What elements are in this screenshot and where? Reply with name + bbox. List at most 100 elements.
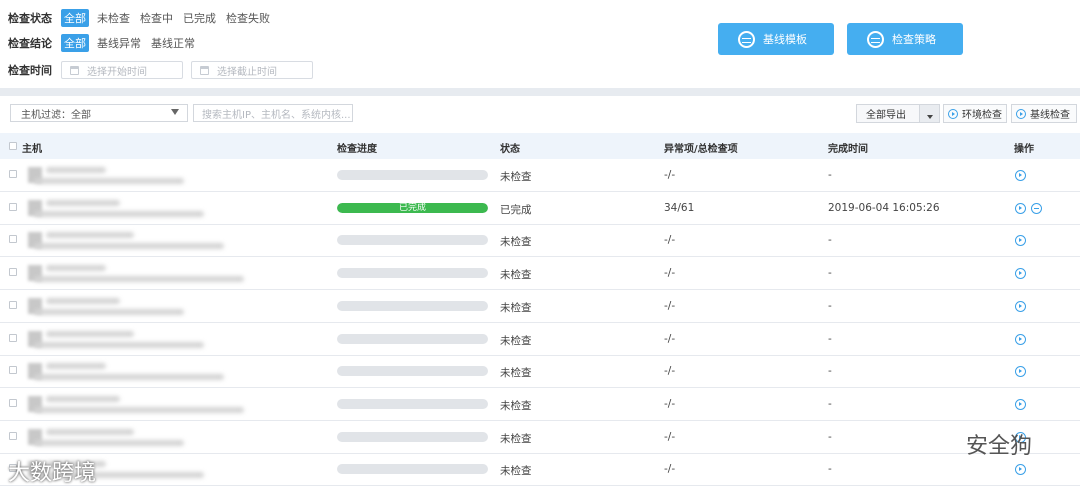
run-check-icon[interactable] bbox=[1015, 268, 1026, 279]
progress-bar bbox=[337, 399, 488, 409]
ratio-text: -/- bbox=[664, 463, 676, 475]
chevron-down-icon[interactable] bbox=[919, 105, 939, 122]
result-filter-label: 检查结论 bbox=[8, 37, 52, 50]
run-check-icon[interactable] bbox=[1015, 366, 1026, 377]
host-info-redacted bbox=[34, 178, 184, 184]
export-all-button[interactable]: 全部导出 bbox=[856, 104, 940, 123]
host-search-input[interactable]: 搜索主机IP、主机名、系统内核... bbox=[193, 104, 353, 122]
table-row[interactable]: 未检查 -/- - bbox=[0, 388, 1080, 421]
result-option-abnormal[interactable]: 基线异常 bbox=[95, 34, 143, 52]
ratio-text: -/- bbox=[664, 365, 676, 377]
status-text: 未检查 bbox=[500, 433, 532, 445]
row-checkbox[interactable] bbox=[9, 334, 17, 342]
check-policy-button[interactable]: 检查策略 bbox=[847, 23, 963, 55]
table-row[interactable]: 未检查 -/- - bbox=[0, 453, 1080, 486]
progress-fill: 已完成 bbox=[337, 203, 488, 213]
host-info-redacted bbox=[34, 211, 204, 217]
run-check-icon[interactable] bbox=[1015, 235, 1026, 246]
finish-time-text: - bbox=[828, 234, 832, 246]
filter-panel: 检查状态 全部 未检查 检查中 已完成 检查失败 检查结论 全部 基线异常 基线… bbox=[0, 0, 1080, 88]
status-text: 未检查 bbox=[500, 335, 532, 347]
result-option-all[interactable]: 全部 bbox=[61, 34, 89, 52]
search-placeholder: 搜索主机IP、主机名、系统内核... bbox=[202, 109, 351, 121]
env-check-button[interactable]: 环境检查 bbox=[943, 104, 1007, 123]
run-check-icon[interactable] bbox=[1015, 399, 1026, 410]
finish-time-text: - bbox=[828, 398, 832, 410]
baseline-check-button[interactable]: 基线检查 bbox=[1011, 104, 1077, 123]
result-option-normal[interactable]: 基线正常 bbox=[149, 34, 197, 52]
host-name-redacted bbox=[46, 331, 134, 337]
calendar-icon bbox=[200, 65, 209, 75]
table-row[interactable]: 未检查 -/- - bbox=[0, 290, 1080, 323]
progress-bar bbox=[337, 301, 488, 311]
section-divider bbox=[0, 88, 1080, 96]
baseline-template-label: 基线模板 bbox=[763, 33, 807, 46]
run-check-icon[interactable] bbox=[1015, 203, 1026, 214]
result-filter-row: 检查结论 全部 基线异常 基线正常 bbox=[8, 34, 197, 52]
status-text: 未检查 bbox=[500, 367, 532, 379]
table-row[interactable]: 已完成 已完成 34/61 2019-06-04 16:05:26 bbox=[0, 192, 1080, 225]
start-time-placeholder: 选择开始时间 bbox=[87, 66, 147, 78]
row-checkbox[interactable] bbox=[9, 170, 17, 178]
host-name-redacted bbox=[46, 396, 120, 402]
host-name-redacted bbox=[46, 265, 106, 271]
host-name-redacted bbox=[46, 429, 134, 435]
row-checkbox[interactable] bbox=[9, 432, 17, 440]
row-checkbox[interactable] bbox=[9, 203, 17, 211]
status-option-checking[interactable]: 检查中 bbox=[138, 9, 175, 27]
host-name-redacted bbox=[46, 363, 106, 369]
row-checkbox[interactable] bbox=[9, 366, 17, 374]
progress-bar bbox=[337, 235, 488, 245]
table-row[interactable]: 未检查 -/- - bbox=[0, 421, 1080, 454]
table-row[interactable]: 未检查 -/- - bbox=[0, 257, 1080, 290]
col-ratio: 异常项/总检查项 bbox=[664, 144, 738, 155]
col-status: 状态 bbox=[500, 144, 520, 155]
time-filter-label: 检查时间 bbox=[8, 64, 52, 77]
watermark-right: 安全狗 bbox=[966, 434, 1033, 459]
status-option-done[interactable]: 已完成 bbox=[181, 9, 218, 27]
run-check-icon[interactable] bbox=[1015, 170, 1026, 181]
run-check-icon[interactable] bbox=[1015, 334, 1026, 345]
filter-funnel-icon bbox=[171, 109, 179, 115]
ratio-text: -/- bbox=[664, 300, 676, 312]
status-filter-label: 检查状态 bbox=[8, 12, 52, 25]
status-text: 未检查 bbox=[500, 171, 532, 183]
host-info-redacted bbox=[34, 243, 224, 249]
status-text: 已完成 bbox=[500, 204, 532, 216]
table-row[interactable]: 未检查 -/- - bbox=[0, 224, 1080, 257]
time-filter-row: 检查时间 选择开始时间 选择截止时间 bbox=[8, 60, 313, 80]
host-filter-select[interactable]: 主机过滤：全部 bbox=[10, 104, 188, 122]
status-option-all[interactable]: 全部 bbox=[61, 9, 89, 27]
status-text: 未检查 bbox=[500, 269, 532, 281]
row-checkbox[interactable] bbox=[9, 268, 17, 276]
row-checkbox[interactable] bbox=[9, 301, 17, 309]
col-progress: 检查进度 bbox=[337, 144, 377, 155]
ratio-text: -/- bbox=[664, 398, 676, 410]
progress-bar bbox=[337, 464, 488, 474]
finish-time-text: 2019-06-04 16:05:26 bbox=[828, 202, 940, 214]
ratio-text: -/- bbox=[664, 431, 676, 443]
row-checkbox[interactable] bbox=[9, 399, 17, 407]
table-row[interactable]: 未检查 -/- - bbox=[0, 355, 1080, 388]
run-check-icon[interactable] bbox=[1015, 464, 1026, 475]
status-option-failed[interactable]: 检查失败 bbox=[224, 9, 272, 27]
host-name-redacted bbox=[46, 167, 106, 173]
table-row[interactable]: 未检查 -/- - bbox=[0, 159, 1080, 192]
end-time-input[interactable]: 选择截止时间 bbox=[191, 61, 313, 79]
minus-circle-icon[interactable] bbox=[1031, 203, 1042, 214]
baseline-template-button[interactable]: 基线模板 bbox=[718, 23, 834, 55]
export-all-label: 全部导出 bbox=[866, 110, 906, 121]
col-actions: 操作 bbox=[1014, 144, 1034, 155]
finish-time-text: - bbox=[828, 463, 832, 475]
row-checkbox[interactable] bbox=[9, 235, 17, 243]
run-check-icon[interactable] bbox=[1015, 301, 1026, 312]
progress-bar bbox=[337, 170, 488, 180]
calendar-icon bbox=[70, 65, 79, 75]
table-row[interactable]: 未检查 -/- - bbox=[0, 323, 1080, 356]
select-all-checkbox[interactable] bbox=[9, 142, 17, 150]
col-host: 主机 bbox=[22, 144, 42, 155]
status-option-unchecked[interactable]: 未检查 bbox=[95, 9, 132, 27]
start-time-input[interactable]: 选择开始时间 bbox=[61, 61, 183, 79]
host-name-redacted bbox=[46, 232, 134, 238]
host-filter-value: 主机过滤：全部 bbox=[21, 109, 91, 121]
